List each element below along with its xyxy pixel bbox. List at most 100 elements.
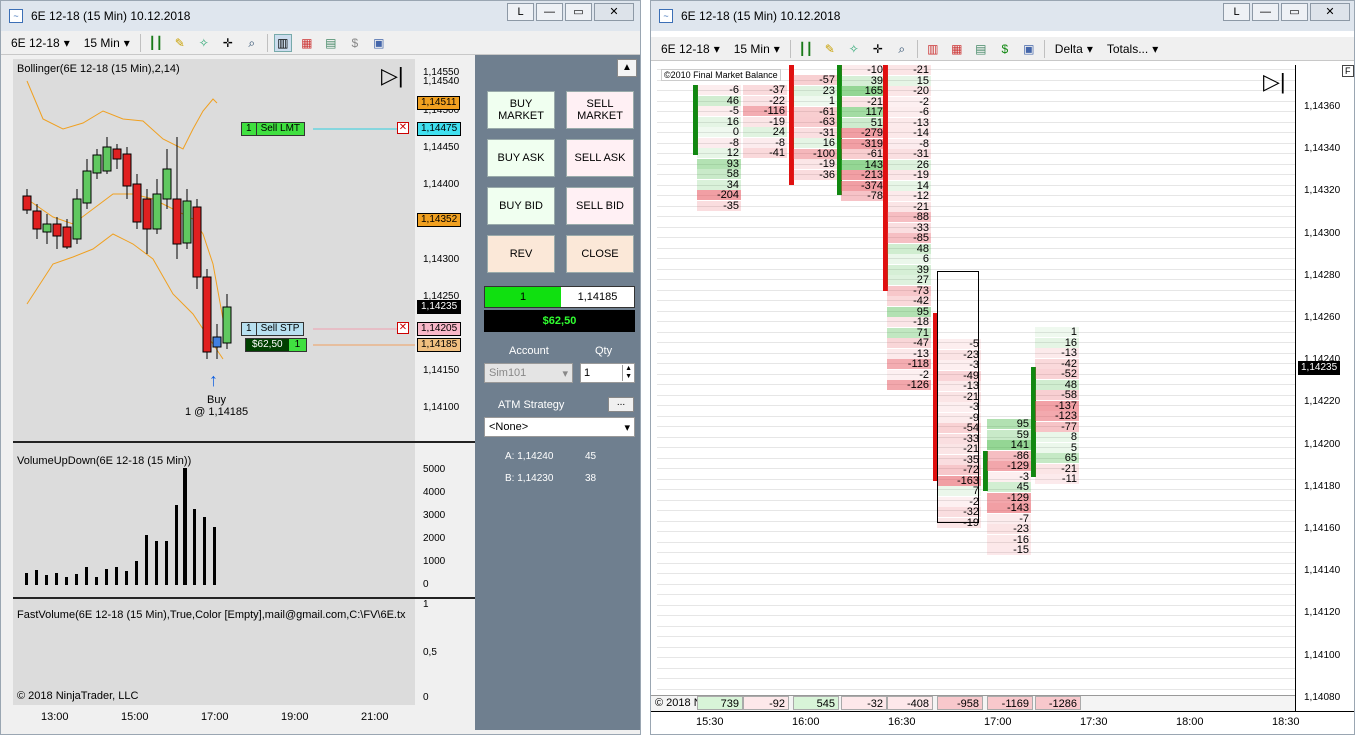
footprint-cell[interactable]: -3 [987, 471, 1031, 482]
footprint-cell[interactable]: -85 [887, 233, 931, 244]
fastvolume-panel[interactable]: FastVolume(6E 12-18 (15 Min),True,Color … [13, 599, 415, 705]
maximize-button[interactable]: ▭ [1281, 3, 1308, 21]
cancel-sell-limit-icon[interactable]: ✕ [397, 122, 409, 134]
footprint-cell[interactable]: -100 [793, 148, 837, 159]
footprint-cell[interactable]: -61 [841, 149, 885, 160]
footprint-cell[interactable]: -13 [887, 348, 931, 359]
footprint-cell[interactable]: 1 [793, 96, 837, 107]
drawing-tools-icon[interactable]: ✧ [845, 40, 863, 58]
footprint-cell[interactable]: -2 [887, 96, 931, 107]
footprint-cell[interactable]: -19 [887, 170, 931, 181]
footprint-cell[interactable]: -129 [987, 461, 1031, 472]
footprint-cell[interactable]: 34 [697, 179, 741, 190]
footprint-cell[interactable]: 27 [887, 275, 931, 286]
pencil-icon[interactable]: ✎ [171, 34, 189, 52]
indicators-icon[interactable]: ▦ [948, 40, 966, 58]
footprint-cell[interactable]: -279 [841, 128, 885, 139]
footprint-cell[interactable]: -23 [987, 524, 1031, 535]
footprint-cell[interactable]: 24 [743, 127, 787, 138]
minimize-button[interactable]: — [1252, 3, 1279, 21]
footprint-cell[interactable]: -47 [887, 338, 931, 349]
footprint-cell[interactable]: -6 [697, 85, 741, 96]
chart-style-icon[interactable]: ┃┃ [147, 34, 165, 52]
footprint-cell[interactable]: -77 [1035, 421, 1079, 432]
footprint-cell[interactable]: -61 [793, 106, 837, 117]
buy-market-button[interactable]: BUY MARKET [487, 91, 555, 129]
footprint-cell[interactable]: 16 [697, 116, 741, 127]
footprint-cell[interactable]: -33 [887, 222, 931, 233]
play-to-end-icon[interactable]: ▷| [1263, 71, 1286, 93]
strategies-icon[interactable]: ▤ [322, 34, 340, 52]
footprint-cell[interactable]: 48 [1035, 379, 1079, 390]
footprint-cell[interactable]: 39 [841, 75, 885, 86]
price-axis[interactable]: 1,14550 1,14540 1,14500 1,14450 1,14400 … [415, 59, 475, 441]
footprint-cell[interactable]: -13 [887, 117, 931, 128]
footprint-cell[interactable]: -31 [887, 149, 931, 160]
footprint-cell[interactable]: -19 [743, 116, 787, 127]
footprint-cell[interactable]: -129 [987, 492, 1031, 503]
footprint-cell[interactable]: 23 [793, 85, 837, 96]
collapse-panel-button[interactable]: ▲ [617, 59, 637, 77]
interval-selector[interactable]: 15 Min ▾ [730, 42, 784, 56]
footprint-cell[interactable]: 143 [841, 159, 885, 170]
footprint-cell[interactable]: 59 [987, 429, 1031, 440]
cancel-sell-stop-icon[interactable]: ✕ [397, 322, 409, 334]
footprint-cell[interactable]: -36 [793, 169, 837, 180]
totals-selector[interactable]: Totals... ▾ [1103, 42, 1162, 56]
footprint-cell[interactable]: -10 [841, 65, 885, 76]
right-time-axis[interactable]: 15:30 16:00 16:30 17:00 17:30 18:00 18:3… [651, 711, 1354, 734]
footprint-cell[interactable]: 46 [697, 95, 741, 106]
footprint-cell[interactable]: -319 [841, 138, 885, 149]
sell-limit-order[interactable]: 1 Sell LMT [241, 122, 306, 136]
footprint-cell[interactable]: -21 [887, 65, 931, 76]
footprint-cell[interactable]: 165 [841, 86, 885, 97]
footprint-cell[interactable]: -15 [987, 545, 1031, 556]
strategies-icon[interactable]: ▤ [972, 40, 990, 58]
footprint-cell[interactable]: -2 [887, 369, 931, 380]
properties-icon[interactable]: ▣ [370, 34, 388, 52]
footprint-cell[interactable]: -21 [887, 201, 931, 212]
footprint-cell[interactable]: -20 [887, 86, 931, 97]
footprint-cell[interactable]: -37 [743, 85, 787, 96]
footprint-cell[interactable]: -6 [887, 107, 931, 118]
footprint-cell[interactable]: -7 [987, 513, 1031, 524]
footprint-cell[interactable]: -116 [743, 106, 787, 117]
footprint-cell[interactable]: -8 [743, 137, 787, 148]
footprint-cell[interactable]: 12 [697, 148, 741, 159]
money-icon[interactable]: $ [996, 40, 1014, 58]
atm-strategy-select[interactable]: <None> ▾ [484, 417, 635, 437]
footprint-cell[interactable]: -78 [841, 191, 885, 202]
right-price-axis[interactable]: F 1,14360 1,14340 1,14320 1,14300 1,14280 1,1… [1295, 65, 1354, 711]
interval-selector[interactable]: 15 Min ▾ [80, 36, 134, 50]
sell-market-button[interactable]: SELL MARKET [566, 91, 634, 129]
footprint-cell[interactable]: 71 [887, 327, 931, 338]
link-button[interactable]: L [507, 3, 534, 21]
sell-bid-button[interactable]: SELL BID [566, 187, 634, 225]
price-panel[interactable]: Bollinger(6E 12-18 (15 Min),2,14) ▷| 1 S… [13, 59, 415, 441]
footprint-cell[interactable]: -5 [697, 106, 741, 117]
footprint-cell[interactable]: 15 [887, 75, 931, 86]
volume-panel[interactable]: VolumeUpDown(6E 12-18 (15 Min)) [13, 443, 415, 597]
properties-icon[interactable]: ▣ [1020, 40, 1038, 58]
minimize-button[interactable]: — [536, 3, 563, 21]
footprint-cell[interactable]: -58 [1035, 390, 1079, 401]
footprint-cell[interactable]: 93 [697, 158, 741, 169]
footprint-cell[interactable]: 45 [987, 482, 1031, 493]
footprint-cell[interactable]: 48 [887, 243, 931, 254]
footprint-cell[interactable]: -21 [1035, 463, 1079, 474]
close-button[interactable]: ✕ [594, 3, 634, 21]
footprint-cell[interactable]: -374 [841, 180, 885, 191]
delta-selector[interactable]: Delta ▾ [1051, 42, 1097, 56]
footprint-cell[interactable]: 6 [887, 254, 931, 265]
time-axis[interactable]: 13:00 15:00 17:00 19:00 21:00 [13, 705, 475, 734]
footprint-cell[interactable]: -126 [887, 380, 931, 391]
stepper-arrows-icon[interactable]: ▲ ▼ [622, 365, 634, 381]
maximize-button[interactable]: ▭ [565, 3, 592, 21]
play-to-end-icon[interactable]: ▷| [381, 65, 404, 87]
footprint-cell[interactable]: 16 [1035, 337, 1079, 348]
crosshair-icon[interactable]: ✛ [869, 40, 887, 58]
footprint-cell[interactable]: -63 [793, 117, 837, 128]
fastvolume-axis[interactable]: 1 0,5 0 [415, 599, 475, 705]
footprint-cell[interactable]: -11 [1035, 474, 1079, 485]
footprint-cell[interactable]: -21 [841, 96, 885, 107]
